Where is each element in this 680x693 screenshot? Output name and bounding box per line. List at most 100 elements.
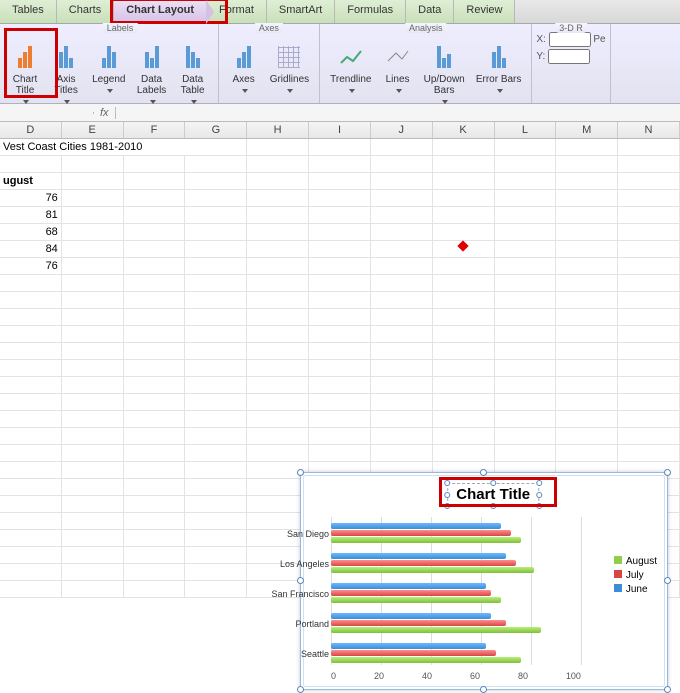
- col-header[interactable]: E: [62, 122, 124, 138]
- tab-smartart[interactable]: SmartArt: [267, 0, 335, 23]
- row[interactable]: Vest Coast Cities 1981-2010: [0, 139, 680, 156]
- bar[interactable]: [331, 627, 541, 633]
- worksheet[interactable]: DEFGHIJKLMN Vest Coast Cities 1981-2010 u…: [0, 122, 680, 598]
- axes-button[interactable]: Axes: [225, 36, 263, 99]
- axes-icon: [229, 42, 259, 72]
- bar[interactable]: [331, 523, 501, 529]
- row[interactable]: 68: [0, 224, 680, 241]
- group-label-axes: Axes: [255, 23, 283, 33]
- category-label: Los Angeles: [259, 559, 329, 569]
- category-label: Portland: [259, 619, 329, 629]
- axis-titles-button[interactable]: Axis Titles: [47, 36, 85, 110]
- bar[interactable]: [331, 643, 486, 649]
- trendline-icon: [336, 42, 366, 72]
- resize-handle[interactable]: [480, 686, 487, 693]
- resize-handle[interactable]: [664, 469, 671, 476]
- col-header[interactable]: L: [495, 122, 557, 138]
- data-labels-button[interactable]: Data Labels: [133, 36, 171, 110]
- data-table-icon: [178, 42, 208, 72]
- row[interactable]: [0, 309, 680, 326]
- row[interactable]: [0, 428, 680, 445]
- lines-button[interactable]: Lines: [379, 36, 417, 99]
- bar[interactable]: [331, 567, 534, 573]
- resize-handle[interactable]: [297, 686, 304, 693]
- bar[interactable]: [331, 650, 496, 656]
- error-bars-button[interactable]: Error Bars: [472, 36, 526, 99]
- col-header[interactable]: M: [556, 122, 618, 138]
- rotation-y-input[interactable]: [548, 49, 590, 64]
- row[interactable]: 76: [0, 190, 680, 207]
- axis-titles-icon: [51, 42, 81, 72]
- legend-item: June: [614, 584, 657, 595]
- tab-formulas[interactable]: Formulas: [335, 0, 406, 23]
- bar[interactable]: [331, 553, 506, 559]
- row[interactable]: 84: [0, 241, 680, 258]
- tab-tables[interactable]: Tables: [0, 0, 57, 23]
- gridlines-button[interactable]: Gridlines: [266, 36, 313, 99]
- resize-handle[interactable]: [664, 686, 671, 693]
- rotation-x-input[interactable]: [549, 32, 591, 47]
- bar[interactable]: [331, 530, 511, 536]
- chart-title-box[interactable]: Chart Title: [447, 483, 539, 506]
- lines-icon: [383, 42, 413, 72]
- col-header[interactable]: G: [185, 122, 247, 138]
- row[interactable]: [0, 326, 680, 343]
- chart-title-icon: [10, 42, 40, 72]
- resize-handle[interactable]: [297, 577, 304, 584]
- gridlines-icon: [274, 42, 304, 72]
- ribbon: Labels Chart Title Axis Titles Legend Da…: [0, 24, 680, 104]
- row[interactable]: [0, 343, 680, 360]
- category-label: San Diego: [259, 529, 329, 539]
- resize-handle[interactable]: [297, 469, 304, 476]
- bar[interactable]: [331, 597, 501, 603]
- bar[interactable]: [331, 537, 521, 543]
- row[interactable]: [0, 156, 680, 173]
- row[interactable]: [0, 275, 680, 292]
- bar[interactable]: [331, 583, 486, 589]
- plot-area[interactable]: San DiegoLos AngelesSan FranciscoPortlan…: [331, 517, 581, 665]
- embedded-chart[interactable]: Chart Title San DiegoLos AngelesSan Fran…: [300, 472, 668, 690]
- row[interactable]: 76: [0, 258, 680, 275]
- legend-button[interactable]: Legend: [88, 36, 129, 99]
- row[interactable]: 81: [0, 207, 680, 224]
- bar[interactable]: [331, 620, 506, 626]
- row[interactable]: [0, 445, 680, 462]
- tab-format[interactable]: Format: [207, 0, 267, 23]
- col-header[interactable]: J: [371, 122, 433, 138]
- tab-charts[interactable]: Charts: [57, 0, 114, 23]
- legend-item: July: [614, 570, 657, 581]
- updown-icon: [429, 42, 459, 72]
- tab-data[interactable]: Data: [406, 0, 454, 23]
- row[interactable]: [0, 377, 680, 394]
- col-header[interactable]: D: [0, 122, 62, 138]
- col-header[interactable]: H: [247, 122, 309, 138]
- chart-legend[interactable]: August July June: [614, 553, 657, 598]
- resize-handle[interactable]: [664, 577, 671, 584]
- group-label-analysis: Analysis: [405, 23, 447, 33]
- row[interactable]: [0, 292, 680, 309]
- row[interactable]: ugust: [0, 173, 680, 190]
- column-headers[interactable]: DEFGHIJKLMN: [0, 122, 680, 139]
- name-box[interactable]: [0, 112, 94, 114]
- data-table-button[interactable]: Data Table: [174, 36, 212, 110]
- tab-review[interactable]: Review: [454, 0, 515, 23]
- updown-bars-button[interactable]: Up/Down Bars: [420, 36, 469, 110]
- row[interactable]: [0, 411, 680, 428]
- chart-title-button[interactable]: Chart Title: [6, 36, 44, 110]
- col-header[interactable]: I: [309, 122, 371, 138]
- legend-item: August: [614, 556, 657, 567]
- bar[interactable]: [331, 657, 521, 663]
- col-header[interactable]: K: [433, 122, 495, 138]
- legend-icon: [94, 42, 124, 72]
- data-labels-icon: [137, 42, 167, 72]
- bar[interactable]: [331, 560, 516, 566]
- resize-handle[interactable]: [480, 469, 487, 476]
- col-header[interactable]: F: [124, 122, 186, 138]
- trendline-button[interactable]: Trendline: [326, 36, 375, 99]
- row[interactable]: [0, 394, 680, 411]
- row[interactable]: [0, 360, 680, 377]
- bar[interactable]: [331, 613, 491, 619]
- tab-chart-layout[interactable]: Chart Layout: [114, 0, 207, 23]
- rotation-group: 3-D R X: Pe Y:: [532, 24, 610, 103]
- col-header[interactable]: N: [618, 122, 680, 138]
